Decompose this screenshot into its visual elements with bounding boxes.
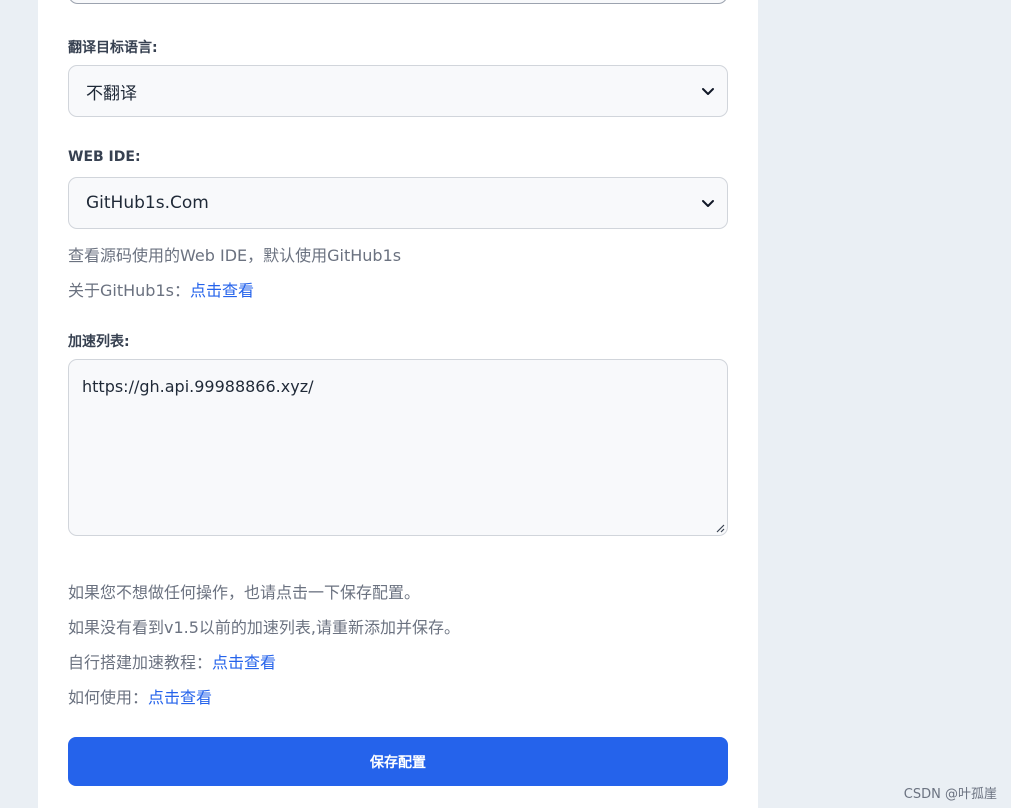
webide-label: WEB IDE: [68,149,141,165]
webide-select-value: GitHub1s.Com [86,193,209,213]
previous-field-bottom[interactable] [68,0,728,4]
accel-list-value: https://gh.api.99988866.xyz/ [82,377,314,396]
tutorial-prefix: 自行搭建加速教程： [68,653,213,672]
translate-label: 翻译目标语言: [68,40,158,56]
translate-select-value: 不翻译 [86,83,137,104]
webide-about-link[interactable]: 点击查看 [190,281,254,300]
chevron-down-icon [702,200,714,207]
resize-handle-icon[interactable] [715,523,725,533]
webide-hint: 查看源码使用的Web IDE，默认使用GitHub1s [68,246,402,265]
translate-select[interactable]: 不翻译 [68,65,728,117]
save-config-button[interactable]: 保存配置 [68,737,728,786]
accel-label: 加速列表: [68,334,130,350]
usage-link[interactable]: 点击查看 [148,688,212,707]
webide-about-prefix: 关于GitHub1s： [68,281,190,300]
note-line-1: 如果您不想做任何操作，也请点击一下保存配置。 [68,583,421,602]
chevron-down-icon [702,88,714,95]
tutorial-link[interactable]: 点击查看 [212,653,276,672]
note-line-2: 如果没有看到v1.5以前的加速列表,请重新添加并保存。 [68,618,461,637]
webide-select[interactable]: GitHub1s.Com [68,177,728,229]
usage-prefix: 如何使用： [68,688,149,707]
watermark: CSDN @叶孤崖 [903,787,997,802]
tutorial-line: 自行搭建加速教程：点击查看 [68,649,276,673]
accel-list-textarea[interactable]: https://gh.api.99988866.xyz/ [68,359,728,536]
settings-panel: 翻译目标语言: 不翻译 WEB IDE: GitHub1s.Com 查看源码使用… [38,0,758,808]
usage-line: 如何使用：点击查看 [68,684,212,708]
webide-about: 关于GitHub1s：点击查看 [68,277,254,301]
